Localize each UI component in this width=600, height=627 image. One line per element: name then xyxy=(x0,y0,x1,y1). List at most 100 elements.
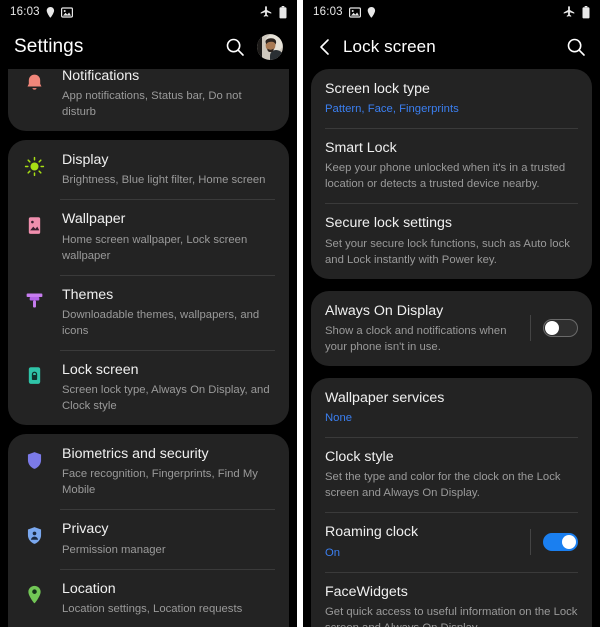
list-item-subtitle: Home screen wallpaper, Lock screen wallp… xyxy=(62,233,248,262)
list-item-title: Secure lock settings xyxy=(325,215,452,232)
list-item-text: Secure lock settings Set your secure loc… xyxy=(325,214,578,267)
list-item-wallpaper-services[interactable]: Wallpaper services None xyxy=(311,378,592,437)
battery-icon xyxy=(279,5,287,19)
image-icon xyxy=(60,6,73,18)
list-item-screen-lock-type[interactable]: Screen lock type Pattern, Face, Fingerpr… xyxy=(311,69,592,128)
search-icon[interactable] xyxy=(566,37,586,57)
list-item-text: Themes Downloadable themes, wallpapers, … xyxy=(62,286,275,339)
list-item-subtitle: Show a clock and notifications when your… xyxy=(325,324,507,353)
sidebar-item-biometrics[interactable]: Biometrics and security Face recognition… xyxy=(8,434,289,509)
list-item-text: Lock screen Screen lock type, Always On … xyxy=(62,361,275,414)
clock-settings-group: Wallpaper services None Clock style Set … xyxy=(311,377,592,627)
list-item-text: Location Location settings, Location req… xyxy=(62,580,275,617)
list-item-subtitle: Keep your phone unlocked when it's in a … xyxy=(325,162,566,191)
search-icon[interactable] xyxy=(225,37,245,57)
right-content: Screen lock type Pattern, Face, Fingerpr… xyxy=(303,69,600,627)
list-item-title: Lock screen xyxy=(62,361,139,378)
list-item-always-on-display[interactable]: Always On Display Show a clock and notif… xyxy=(311,291,592,366)
list-item-title: Privacy xyxy=(62,521,109,538)
toggle-knob xyxy=(562,534,576,549)
status-time: 16:03 xyxy=(10,6,40,18)
left-scroll-area[interactable]: Notifications App notifications, Status … xyxy=(0,69,297,627)
location-icon xyxy=(46,6,55,18)
lock-settings-group: Screen lock type Pattern, Face, Fingerpr… xyxy=(311,69,592,279)
dual-screenshot: 16:03 Settings Notifications App notific… xyxy=(0,0,600,627)
list-item-text: Wallpaper services None xyxy=(325,389,578,426)
lock-screen-icon xyxy=(22,364,46,388)
location-pin-icon xyxy=(22,583,46,607)
sidebar-item-themes[interactable]: Themes Downloadable themes, wallpapers, … xyxy=(8,274,289,350)
list-item-text: Biometrics and security Face recognition… xyxy=(62,445,275,498)
image-icon xyxy=(348,6,361,18)
list-item-subtitle: Set your secure lock functions, such as … xyxy=(325,237,570,266)
list-item-subtitle: Set the type and color for the clock on … xyxy=(325,471,561,500)
status-bar-left: 16:03 xyxy=(313,6,376,18)
privacy-shield-icon xyxy=(22,523,46,547)
list-item-smart-lock[interactable]: Smart Lock Keep your phone unlocked when… xyxy=(311,128,592,203)
list-item-title: Smart Lock xyxy=(325,140,397,157)
list-item-title: Always On Display xyxy=(325,302,444,319)
list-item-title: Biometrics and security xyxy=(62,446,209,463)
right-phone-lock-screen: 16:03 Lock screen Screen lock type Patte… xyxy=(303,0,600,627)
sidebar-item-lock-screen[interactable]: Lock screen Screen lock type, Always On … xyxy=(8,349,289,425)
list-item-subtitle: Brightness, Blue light filter, Home scre… xyxy=(62,174,266,187)
list-item-roaming-clock[interactable]: Roaming clock On xyxy=(311,512,592,571)
list-item-subtitle: Get quick access to useful information o… xyxy=(325,605,578,627)
list-item-title: Screen lock type xyxy=(325,81,430,97)
list-item-trailing xyxy=(518,528,578,555)
sidebar-item-display[interactable]: Display Brightness, Blue light filter, H… xyxy=(8,140,289,199)
title-bar-actions xyxy=(566,37,586,57)
list-item-title: Roaming clock xyxy=(325,524,419,541)
list-item-text: Notifications App notifications, Status … xyxy=(62,69,275,120)
list-item-title: Display xyxy=(62,152,109,169)
list-item-clock-style[interactable]: Clock style Set the type and color for t… xyxy=(311,437,592,512)
left-phone-settings: 16:03 Settings Notifications App notific… xyxy=(0,0,297,627)
list-item-subtitle: App notifications, Status bar, Do not di… xyxy=(62,90,242,119)
list-item-trailing xyxy=(518,315,578,342)
back-arrow-icon[interactable] xyxy=(317,38,333,56)
page-title: Lock screen xyxy=(343,36,436,56)
list-item-text: Clock style Set the type and color for t… xyxy=(325,448,578,501)
settings-group-notifications: Notifications App notifications, Status … xyxy=(8,69,289,132)
list-item-title: Wallpaper services xyxy=(325,389,445,406)
sidebar-item-location[interactable]: Location Location settings, Location req… xyxy=(8,568,289,627)
list-item-subtitle: On xyxy=(325,546,341,559)
sidebar-item-wallpaper[interactable]: Wallpaper Home screen wallpaper, Lock sc… xyxy=(8,199,289,274)
right-status-bar: 16:03 xyxy=(303,0,600,24)
list-item-title: FaceWidgets xyxy=(325,583,408,600)
list-item-title: Wallpaper xyxy=(62,211,126,228)
shield-icon xyxy=(22,448,46,472)
right-title-bar: Lock screen xyxy=(303,24,600,69)
list-item-secure-lock-settings[interactable]: Secure lock settings Set your secure loc… xyxy=(311,203,592,278)
divider xyxy=(530,528,531,555)
list-item-text: Smart Lock Keep your phone unlocked when… xyxy=(325,139,578,192)
list-item-title: Notifications xyxy=(62,69,140,84)
status-bar-right xyxy=(563,5,590,19)
list-item-subtitle: Screen lock type, Always On Display, and… xyxy=(62,384,270,413)
sidebar-item-privacy[interactable]: Privacy Permission manager xyxy=(8,509,289,568)
list-item-text: Display Brightness, Blue light filter, H… xyxy=(62,151,275,188)
always-on-display-toggle[interactable] xyxy=(543,319,578,338)
list-item-title: Clock style xyxy=(325,449,394,466)
title-bar-actions xyxy=(225,33,283,60)
list-item-text: Wallpaper Home screen wallpaper, Lock sc… xyxy=(62,210,275,263)
list-item-facewidgets[interactable]: FaceWidgets Get quick access to useful i… xyxy=(311,571,592,627)
wallpaper-icon xyxy=(22,213,46,237)
right-scroll-area[interactable]: Screen lock type Pattern, Face, Fingerpr… xyxy=(303,69,600,627)
list-item-text: Screen lock type Pattern, Face, Fingerpr… xyxy=(325,80,578,117)
toggle-knob xyxy=(545,321,559,336)
left-status-bar: 16:03 xyxy=(0,0,297,24)
list-item-text: FaceWidgets Get quick access to useful i… xyxy=(325,583,578,627)
airplane-mode-icon xyxy=(563,6,575,18)
roaming-clock-toggle[interactable] xyxy=(543,532,578,551)
status-bar-left: 16:03 xyxy=(10,6,73,18)
list-item-subtitle: Face recognition, Fingerprints, Find My … xyxy=(62,468,258,497)
left-content: Notifications App notifications, Status … xyxy=(0,69,297,627)
status-time: 16:03 xyxy=(313,6,343,18)
settings-group-security: Biometrics and security Face recognition… xyxy=(8,434,289,627)
left-title-bar: Settings xyxy=(0,24,297,69)
settings-group-display: Display Brightness, Blue light filter, H… xyxy=(8,140,289,426)
list-item[interactable]: Notifications App notifications, Status … xyxy=(8,69,289,131)
airplane-mode-icon xyxy=(260,6,272,18)
avatar[interactable] xyxy=(257,33,283,60)
